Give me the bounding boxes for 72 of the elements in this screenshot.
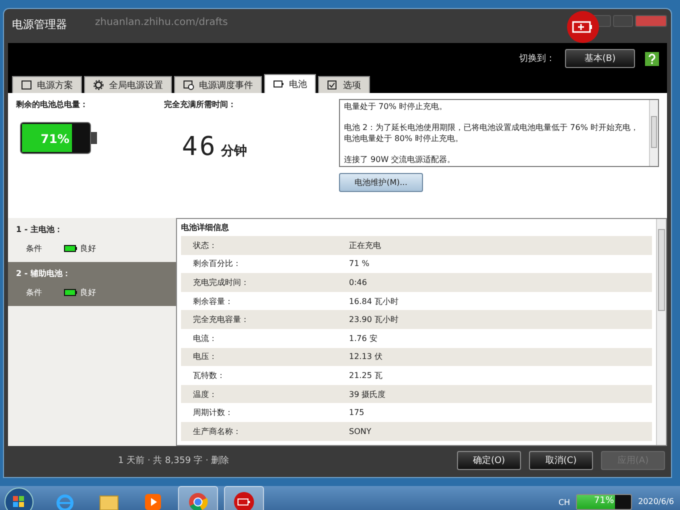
dialog-button[interactable]: 取消(C) [529,450,593,470]
battery-icon [233,491,255,510]
article-meta: 1 天前 · 共 8,359 字 · 删除 [118,454,230,466]
detail-value: 39 摄氏度 [349,388,386,400]
detail-label: 瓦特数： [192,370,226,381]
date-text: 2020/6/6 [638,497,674,507]
condition-label: 条件 [26,243,42,254]
switch-label: 切换到： [519,52,555,65]
battery-title: 2 - 辅助电池： [16,268,72,279]
condition-value: 良好 [80,243,96,254]
browser-icon [187,491,209,510]
detail-label: 完全充电容量： [192,314,250,326]
detail-value: 71 % [349,259,370,268]
details-title: 电池详细信息 [181,222,230,234]
page-icon [21,80,32,90]
detail-value: 正在充电 [349,240,381,251]
help-icon [645,52,659,66]
battery-badge-icon [566,10,600,44]
taskbar-button[interactable] [178,486,218,510]
detail-label: 电流： [192,332,218,344]
mode-button[interactable]: 基本(B) [565,49,635,68]
battery-list-item[interactable]: 2 - 辅助电池： 条件 良好 [8,262,176,306]
battery-icon [273,79,284,89]
scrollbar[interactable] [649,100,658,166]
remaining-label: 剩余的电池总电量： [16,99,89,110]
detail-label: 生产商名称： [192,426,242,437]
detail-value: 175 [349,408,364,418]
condition-value: 良好 [80,287,96,298]
tab[interactable]: 选项 [318,76,370,93]
start-button-icon [4,487,34,510]
close-button[interactable] [635,15,667,27]
maximize-button[interactable] [613,15,633,27]
dialog-button[interactable]: 确定(O) [457,450,521,470]
time-value: 46 [182,132,218,162]
gear-icon [93,80,104,90]
detail-value: 23.90 瓦小时 [349,314,398,326]
detail-label: 剩余百分比： [192,258,242,270]
tab[interactable]: 全局电源设置 [84,76,172,93]
message-text: 电量处于 70% 时停止充电。 [344,101,448,112]
play-icon [142,491,164,510]
clock-icon [183,80,194,90]
detail-value: SONY [349,426,372,436]
tab[interactable]: 电源方案 [12,76,82,93]
scrollbar[interactable] [656,219,666,445]
detail-value: 0:46 [349,278,367,287]
maintenance-button[interactable]: 电池维护(M)... [339,173,423,192]
condition-label: 条件 [26,287,42,298]
detail-label: 电压： [192,351,218,362]
language-indicator[interactable]: CH [558,498,570,506]
battery-list-item[interactable]: 1 - 主电池： 条件 良好 [8,218,176,262]
time-unit: 分钟 [221,143,248,160]
taskbar-button[interactable] [224,486,264,510]
detail-value: 12.13 伏 [349,351,382,362]
detail-label: 状态： [192,240,218,251]
battery-icon [64,245,77,252]
detail-label: 充电完成时间： [192,276,250,288]
battery-title: 1 - 主电池： [16,224,64,235]
detail-value: 21.25 瓦 [349,370,382,381]
message-text: 连接了 90W 交流电源适配器。 [344,154,456,165]
detail-value: 16.84 瓦小时 [349,296,398,307]
message-text: 电池 2：为了延长电池使用期限，已将电池设置成电池电量低于 76% 时开始充电，电池电量处于 80% 时停止充电。 [344,122,640,144]
tab[interactable]: 电源调度事件 [174,76,262,93]
url-text: zhuanlan.zhihu.com/drafts [95,17,228,28]
battery-icon [64,289,77,296]
detail-label: 剩余容量： [192,296,234,307]
window-title: 电源管理器 [12,17,67,32]
checkbox-icon [327,80,338,90]
detail-label: 周期计数： [192,407,234,418]
tab[interactable]: 电池 [264,74,316,93]
detail-label: 温度： [192,388,218,400]
time-label: 完全充满所需时间： [164,99,237,110]
detail-value: 1.76 安 [349,332,378,344]
